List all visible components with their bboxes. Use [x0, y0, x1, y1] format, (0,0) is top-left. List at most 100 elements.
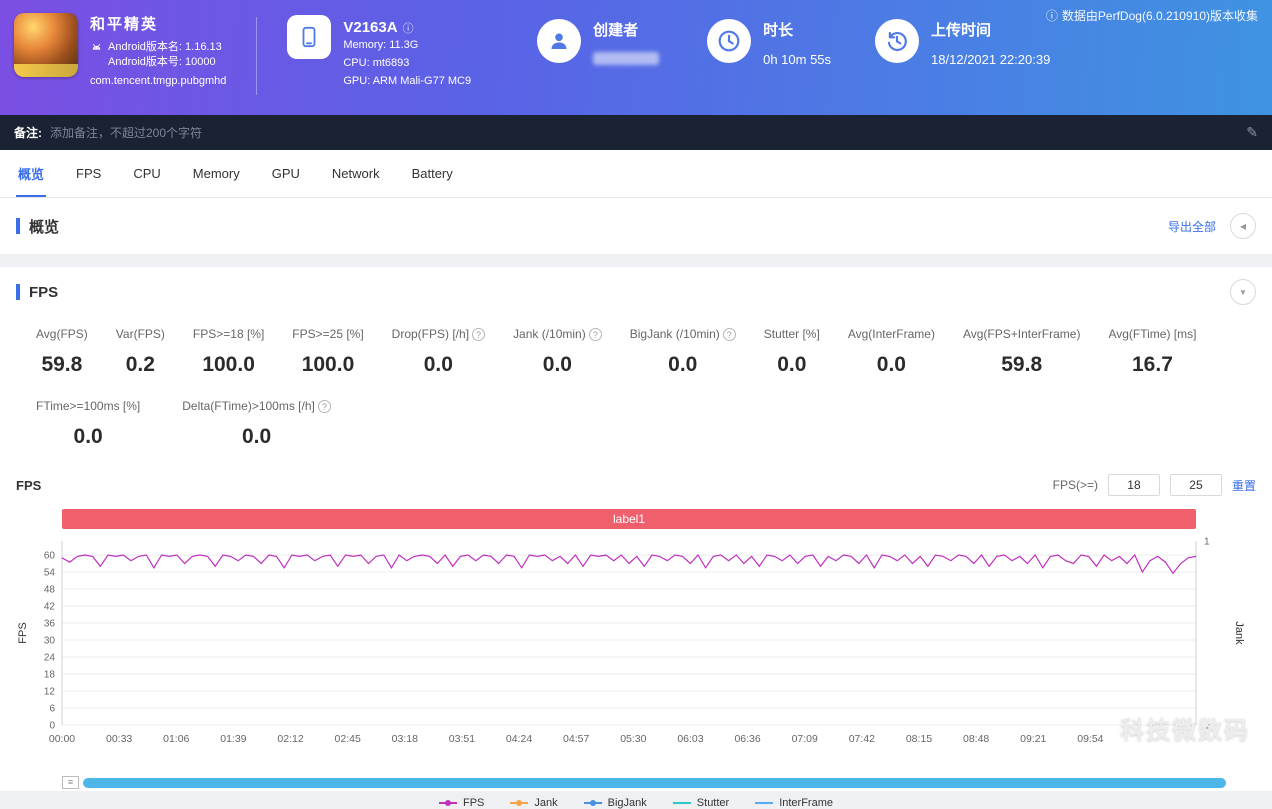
tab-battery[interactable]: Battery: [396, 150, 469, 197]
device-gpu: GPU: ARM Mali-G77 MC9: [343, 75, 472, 87]
chart-legend: FPS Jank BigJank Stutter InterFrame: [16, 797, 1256, 809]
note-bar: 备注: 添加备注，不超过200个字符 ✎: [0, 115, 1272, 150]
fps-threshold-input-2[interactable]: [1169, 474, 1222, 496]
legend-jank[interactable]: Jank: [510, 797, 558, 809]
duration-value: 0h 10m 55s: [763, 52, 832, 67]
note-input[interactable]: 添加备注，不超过200个字符: [50, 124, 1246, 141]
metric-label: Avg(FPS): [36, 327, 88, 341]
metric-label: BigJank (/10min)?: [630, 327, 736, 341]
device-memory: Memory: 11.3G: [343, 39, 419, 51]
metric-label: FPS>=18 [%]: [192, 327, 265, 341]
metric-jank-10min-: Jank (/10min)? 0.0: [513, 327, 602, 377]
tab-bar: 概览 FPS CPU Memory GPU Network Battery: [0, 150, 1272, 198]
scrollbar-handle[interactable]: ≡: [62, 776, 79, 789]
metric-label: FPS>=25 [%]: [292, 327, 364, 341]
chart-range-banner: label1: [62, 509, 1196, 529]
svg-text:48: 48: [44, 585, 56, 596]
svg-text:6: 6: [49, 704, 55, 715]
metric-delta-ftime-100ms-h-: Delta(FTime)>100ms [/h]? 0.0: [182, 399, 331, 449]
metric-avg-fps-: Avg(FPS) 59.8: [36, 327, 88, 377]
export-all-link[interactable]: 导出全部: [1168, 218, 1216, 235]
device-info-icon[interactable]: ⓘ: [403, 20, 414, 36]
metric-avg-interframe-: Avg(InterFrame) 0.0: [848, 327, 935, 377]
legend-label: InterFrame: [779, 797, 833, 809]
overview-title: 概览: [29, 218, 60, 236]
svg-text:Jank: Jank: [1233, 621, 1245, 645]
creator-name-redacted: [593, 52, 660, 65]
help-icon[interactable]: ?: [722, 327, 736, 341]
fps-section: FPS ▼ Avg(FPS) 59.8 Var(FPS) 0.2 FPS>=18 [%]…: [0, 267, 1272, 809]
svg-text:00:00: 00:00: [49, 733, 75, 745]
fps-metrics-row-1: Avg(FPS) 59.8 Var(FPS) 0.2 FPS>=18 [%] 100.0 F…: [36, 327, 1256, 377]
edit-note-icon[interactable]: ✎: [1246, 124, 1258, 141]
app-title: 和平精英: [90, 16, 159, 33]
svg-text:60: 60: [44, 551, 56, 562]
svg-text:03:18: 03:18: [392, 733, 418, 745]
device-cpu: CPU: mt6893: [343, 57, 410, 69]
svg-text:08:15: 08:15: [906, 733, 932, 745]
metric-avg-fps-interframe-: Avg(FPS+InterFrame) 59.8: [963, 327, 1080, 377]
collapse-button[interactable]: ◀: [1230, 213, 1256, 239]
metric-bigjank-10min-: BigJank (/10min)? 0.0: [630, 327, 736, 377]
metric-label: Jank (/10min)?: [513, 327, 602, 341]
fps-threshold-input-1[interactable]: [1107, 474, 1160, 496]
history-clock-icon: [875, 19, 920, 63]
legend-bigjank[interactable]: BigJank: [583, 797, 647, 809]
svg-text:00:33: 00:33: [106, 733, 132, 745]
metric-value: 16.7: [1132, 353, 1173, 376]
device-block: V2163A ⓘ Memory: 11.3G CPU: mt6893 GPU: …: [287, 13, 471, 90]
help-icon[interactable]: ?: [317, 399, 331, 413]
tab-memory[interactable]: Memory: [177, 150, 256, 197]
header-divider: [256, 17, 258, 95]
svg-text:0: 0: [49, 721, 55, 732]
upload-time-value: 18/12/2021 22:20:39: [931, 52, 1051, 67]
help-icon[interactable]: ?: [588, 327, 602, 341]
metric-value: 0.0: [241, 425, 272, 448]
duration-block: 时长 0h 10m 55s: [707, 13, 831, 67]
tab-fps[interactable]: FPS: [60, 150, 117, 197]
upload-time-block: 上传时间 18/12/2021 22:20:39: [875, 13, 1050, 67]
android-icon: [92, 43, 101, 50]
section-gap: [0, 254, 1272, 267]
svg-text:01:39: 01:39: [220, 733, 246, 745]
svg-text:09:21: 09:21: [1020, 733, 1046, 745]
svg-text:12: 12: [44, 687, 56, 698]
metric-value: 0.0: [876, 353, 906, 376]
tab-cpu[interactable]: CPU: [117, 150, 176, 197]
svg-text:09:54: 09:54: [1077, 733, 1103, 745]
svg-text:30: 30: [44, 636, 56, 647]
legend-marker: [439, 800, 457, 806]
metric-drop-fps-h-: Drop(FPS) [/h]? 0.0: [392, 327, 486, 377]
scrollbar-track[interactable]: [83, 777, 1226, 788]
metric-value: 0.0: [73, 425, 103, 448]
metric-label: Stutter [%]: [763, 327, 820, 341]
tab-概览[interactable]: 概览: [2, 150, 60, 197]
svg-text:FPS: FPS: [17, 622, 29, 643]
metric-label: Avg(FTime) [ms]: [1108, 327, 1197, 341]
reset-link[interactable]: 重置: [1232, 477, 1256, 494]
legend-label: Stutter: [696, 797, 730, 809]
clock-icon: [707, 19, 752, 63]
metric-value: 100.0: [301, 353, 355, 376]
info-icon: ⓘ: [1045, 9, 1058, 23]
section-accent-bar: [16, 218, 20, 234]
legend-stutter[interactable]: Stutter: [672, 797, 730, 809]
svg-text:1: 1: [1204, 537, 1210, 548]
fps-chart[interactable]: 0 6 12 18 24 30 36 42 48 54 60 0 1 00:00 00:33 01:06 01:…: [16, 531, 1256, 772]
tab-gpu[interactable]: GPU: [256, 150, 316, 197]
legend-fps[interactable]: FPS: [439, 797, 484, 809]
svg-text:06:36: 06:36: [734, 733, 760, 745]
metric-label: Avg(FPS+InterFrame): [962, 327, 1081, 341]
help-icon[interactable]: ?: [472, 327, 486, 341]
metric-value: 59.8: [41, 353, 83, 376]
metric-var-fps-: Var(FPS) 0.2: [116, 327, 165, 377]
phone-icon: [287, 15, 332, 59]
tab-network[interactable]: Network: [316, 150, 396, 197]
svg-text:05:30: 05:30: [620, 733, 646, 745]
chart-scrollbar: ≡: [62, 776, 1226, 789]
svg-text:0: 0: [1204, 721, 1210, 732]
expand-collapse-button[interactable]: ▼: [1230, 279, 1256, 305]
metric-avg-ftime-ms-: Avg(FTime) [ms] 16.7: [1108, 327, 1196, 377]
svg-text:02:12: 02:12: [277, 733, 303, 745]
legend-interframe[interactable]: InterFrame: [755, 797, 833, 809]
